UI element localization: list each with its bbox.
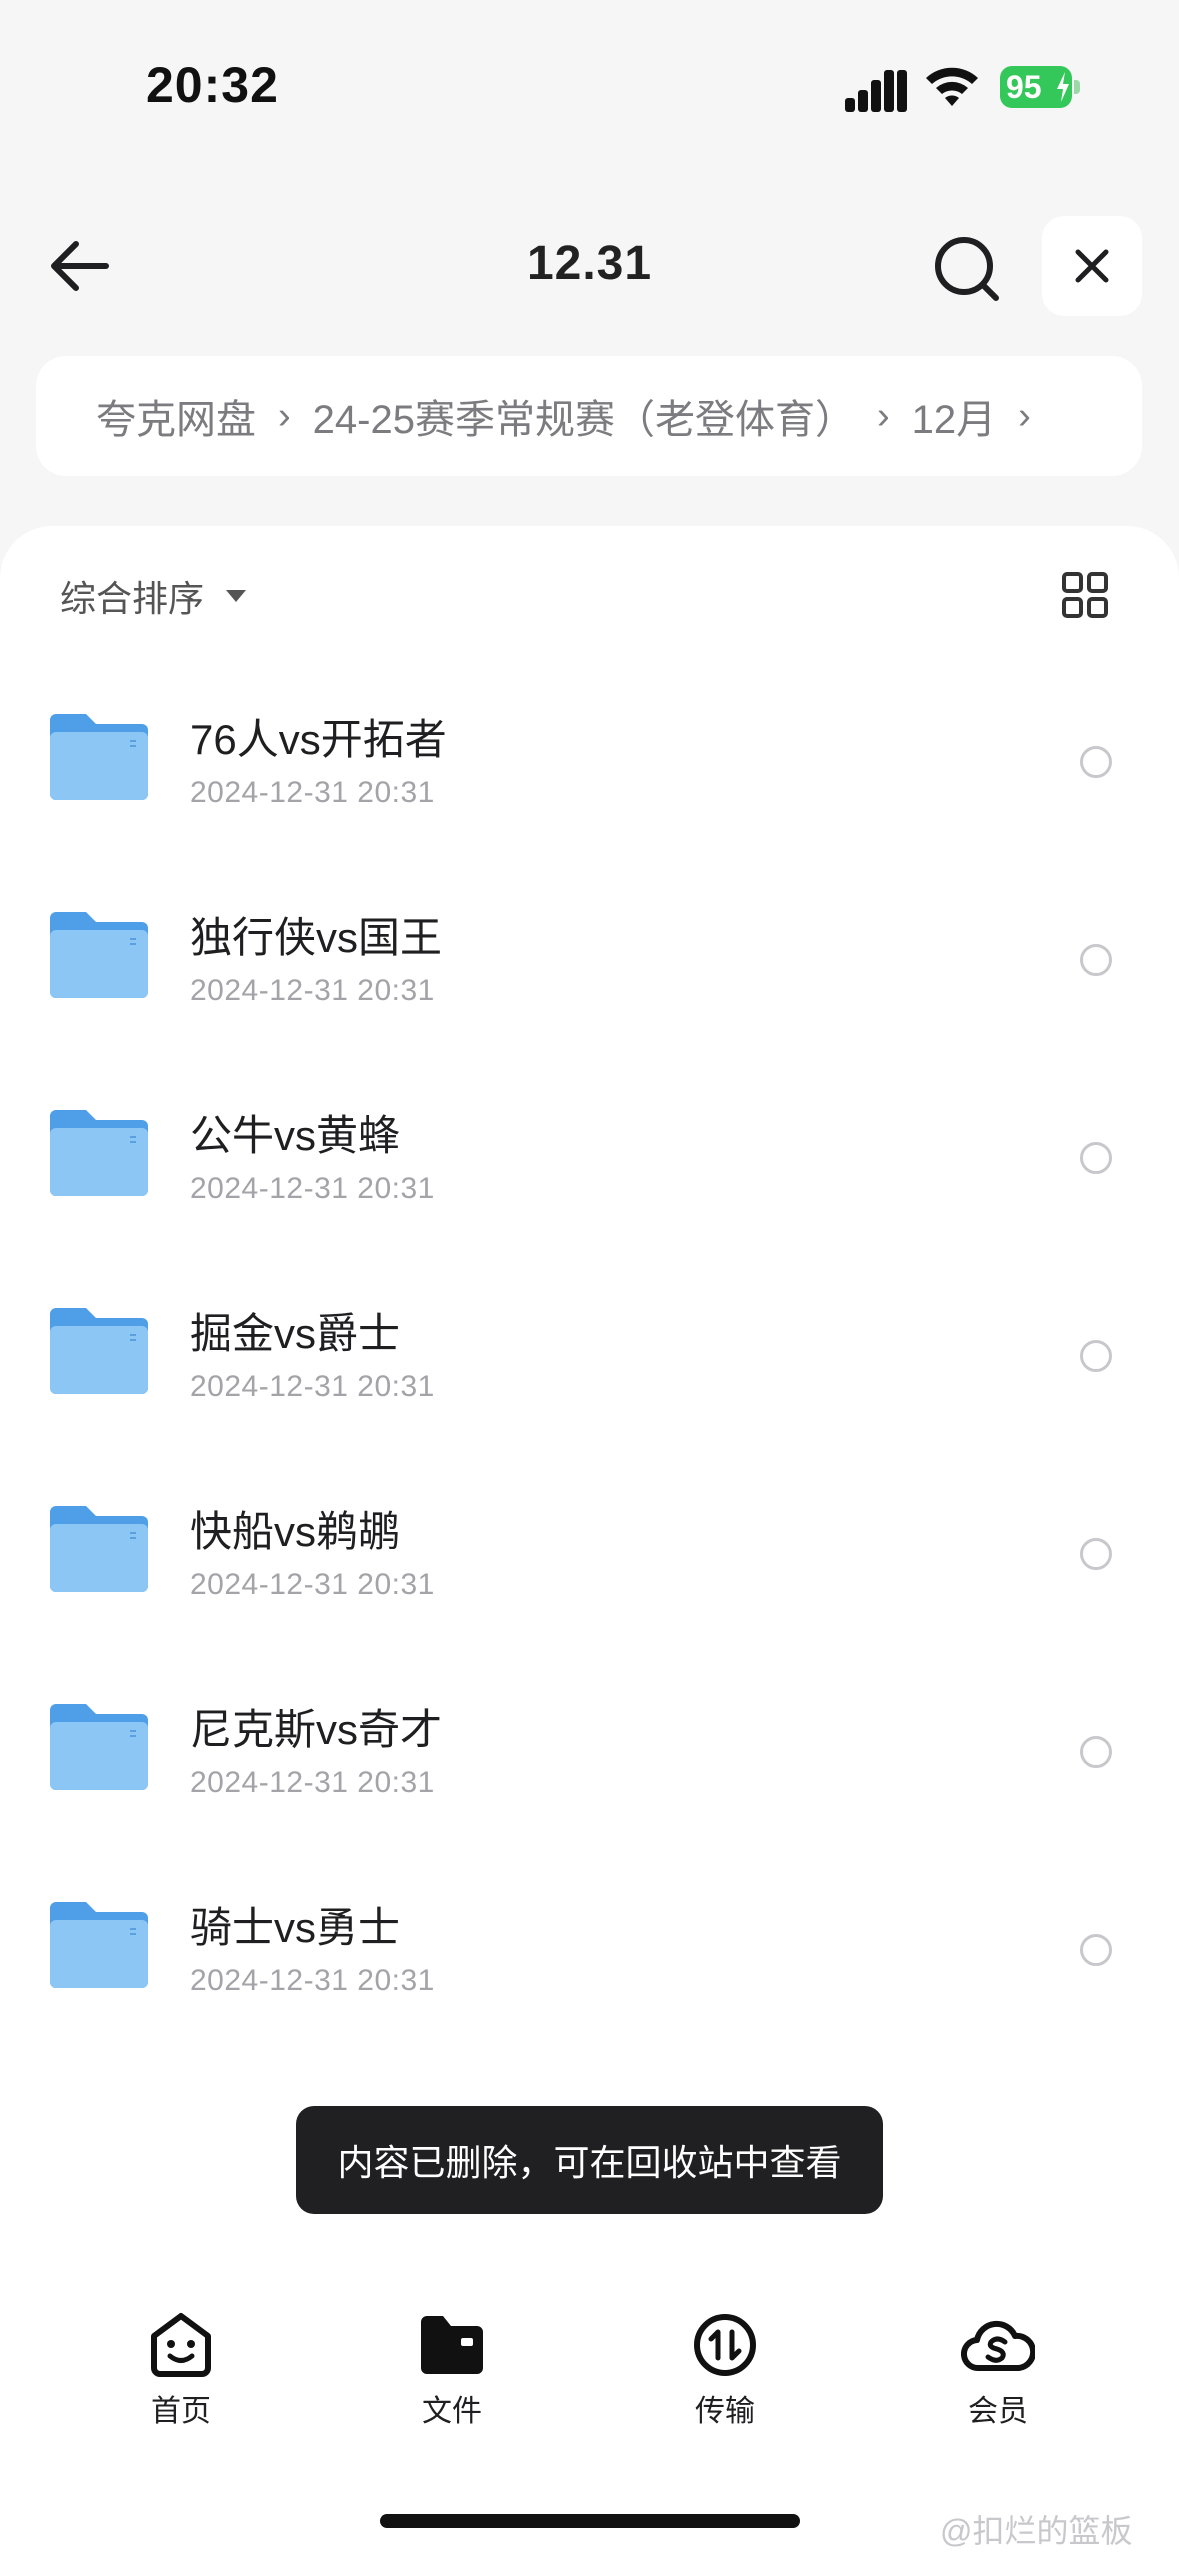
bottom-tab-bar: 首页 文件 传输 会员	[0, 2300, 1179, 2440]
tab-files-label: 文件	[422, 2395, 482, 2428]
caret-down-icon	[226, 590, 247, 602]
close-icon	[1075, 249, 1109, 283]
vip-cloud-icon	[961, 2320, 1035, 2372]
close-button[interactable]	[1042, 216, 1142, 316]
file-name: 独行侠vs国王	[190, 914, 443, 961]
cellular-signal-icon	[845, 70, 907, 112]
home-indicator[interactable]	[380, 2514, 800, 2528]
tab-transfer[interactable]: 传输	[655, 2312, 795, 2452]
grid-view-icon[interactable]	[1062, 572, 1108, 618]
file-name: 尼克斯vs奇才	[190, 1706, 443, 1753]
sort-label: 综合排序	[60, 578, 205, 619]
breadcrumb-item-root[interactable]: 夸克网盘	[96, 387, 256, 445]
tab-vip-label: 会员	[968, 2395, 1028, 2428]
select-radio[interactable]	[1080, 746, 1112, 778]
breadcrumb-item-season[interactable]: 24-25赛季常规赛（老登体育）	[313, 387, 855, 445]
file-list-panel: 综合排序 76人vs开拓者 2024-12-31 20:31 独行侠vs国王 2024…	[0, 526, 1179, 2556]
toast-message: 内容已删除，可在回收站中查看	[296, 2106, 883, 2214]
folder-icon	[50, 1704, 148, 1790]
tab-transfer-label: 传输	[695, 2395, 755, 2428]
file-date: 2024-12-31 20:31	[190, 1964, 435, 1997]
wifi-icon	[926, 67, 978, 106]
file-name: 骑士vs勇士	[190, 1904, 401, 1951]
file-list-item[interactable]: 骑士vs勇士 2024-12-31 20:31	[0, 1864, 1179, 2062]
chevron-right-icon: ›	[278, 394, 291, 437]
folder-icon	[50, 912, 148, 998]
file-list-item[interactable]: 76人vs开拓者 2024-12-31 20:31	[0, 676, 1179, 874]
folder-icon	[421, 2316, 483, 2374]
file-list-item[interactable]: 掘金vs爵士 2024-12-31 20:31	[0, 1270, 1179, 1468]
transfer-icon	[694, 2314, 756, 2376]
tab-vip[interactable]: 会员	[928, 2312, 1068, 2452]
file-list-item[interactable]: 独行侠vs国王 2024-12-31 20:31	[0, 874, 1179, 1072]
chevron-right-icon: ›	[1018, 394, 1031, 437]
breadcrumb: 夸克网盘 › 24-25赛季常规赛（老登体育） › 12月 ›	[36, 356, 1142, 476]
battery-level: 95	[1006, 69, 1042, 105]
breadcrumb-item-month[interactable]: 12月	[912, 387, 997, 445]
file-name: 76人vs开拓者	[190, 716, 447, 763]
tab-files[interactable]: 文件	[382, 2312, 522, 2452]
file-date: 2024-12-31 20:31	[190, 1766, 435, 1799]
select-radio[interactable]	[1080, 1736, 1112, 1768]
folder-icon	[50, 1110, 148, 1196]
charging-bolt-icon	[1057, 72, 1069, 102]
file-list-item[interactable]: 公牛vs黄蜂 2024-12-31 20:31	[0, 1072, 1179, 1270]
file-date: 2024-12-31 20:31	[190, 1568, 435, 1601]
watermark: @扣烂的篮板	[940, 2513, 1133, 2549]
file-name: 掘金vs爵士	[190, 1310, 401, 1357]
file-date: 2024-12-31 20:31	[190, 1172, 435, 1205]
folder-icon	[50, 714, 148, 800]
battery-indicator: 95	[1000, 66, 1080, 108]
chevron-right-icon: ›	[876, 394, 890, 437]
file-name: 快船vs鹈鹕	[190, 1508, 401, 1555]
sort-dropdown[interactable]: 综合排序	[60, 570, 247, 622]
select-radio[interactable]	[1080, 1340, 1112, 1372]
folder-icon	[50, 1308, 148, 1394]
select-radio[interactable]	[1080, 1142, 1112, 1174]
home-face-icon	[151, 2313, 211, 2377]
tab-home[interactable]: 首页	[111, 2312, 251, 2452]
file-name: 公牛vs黄蜂	[190, 1112, 401, 1159]
file-list-item[interactable]: 尼克斯vs奇才 2024-12-31 20:31	[0, 1666, 1179, 1864]
file-date: 2024-12-31 20:31	[190, 776, 435, 809]
status-time: 20:32	[146, 57, 279, 113]
folder-icon	[50, 1902, 148, 1988]
select-radio[interactable]	[1080, 944, 1112, 976]
select-radio[interactable]	[1080, 1538, 1112, 1570]
file-list-item[interactable]: 快船vs鹈鹕 2024-12-31 20:31	[0, 1468, 1179, 1666]
file-date: 2024-12-31 20:31	[190, 974, 435, 1007]
folder-icon	[50, 1506, 148, 1592]
file-date: 2024-12-31 20:31	[190, 1370, 435, 1403]
select-radio[interactable]	[1080, 1934, 1112, 1966]
tab-home-label: 首页	[151, 2395, 211, 2428]
search-icon[interactable]	[930, 232, 1004, 306]
